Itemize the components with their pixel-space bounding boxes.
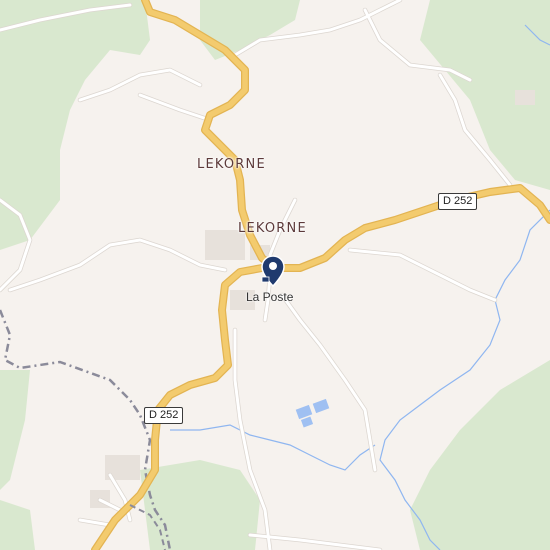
place-label: LEKORNE (197, 157, 266, 172)
place-label: LEKORNE (238, 221, 307, 236)
road-shield: D 252 (144, 407, 184, 424)
map-canvas[interactable]: LEKORNE LEKORNE D 252 D 252 La Poste (0, 0, 550, 550)
forest-area (410, 360, 550, 550)
poi-label[interactable]: La Poste (246, 290, 293, 304)
forest-area (200, 0, 300, 60)
forest-area (0, 500, 35, 550)
pond (295, 398, 330, 428)
forest-area (140, 460, 260, 550)
post-office-icon[interactable] (260, 255, 286, 287)
road-shield: D 252 (438, 193, 478, 210)
forest-area (0, 370, 30, 490)
forest-area (0, 0, 150, 250)
